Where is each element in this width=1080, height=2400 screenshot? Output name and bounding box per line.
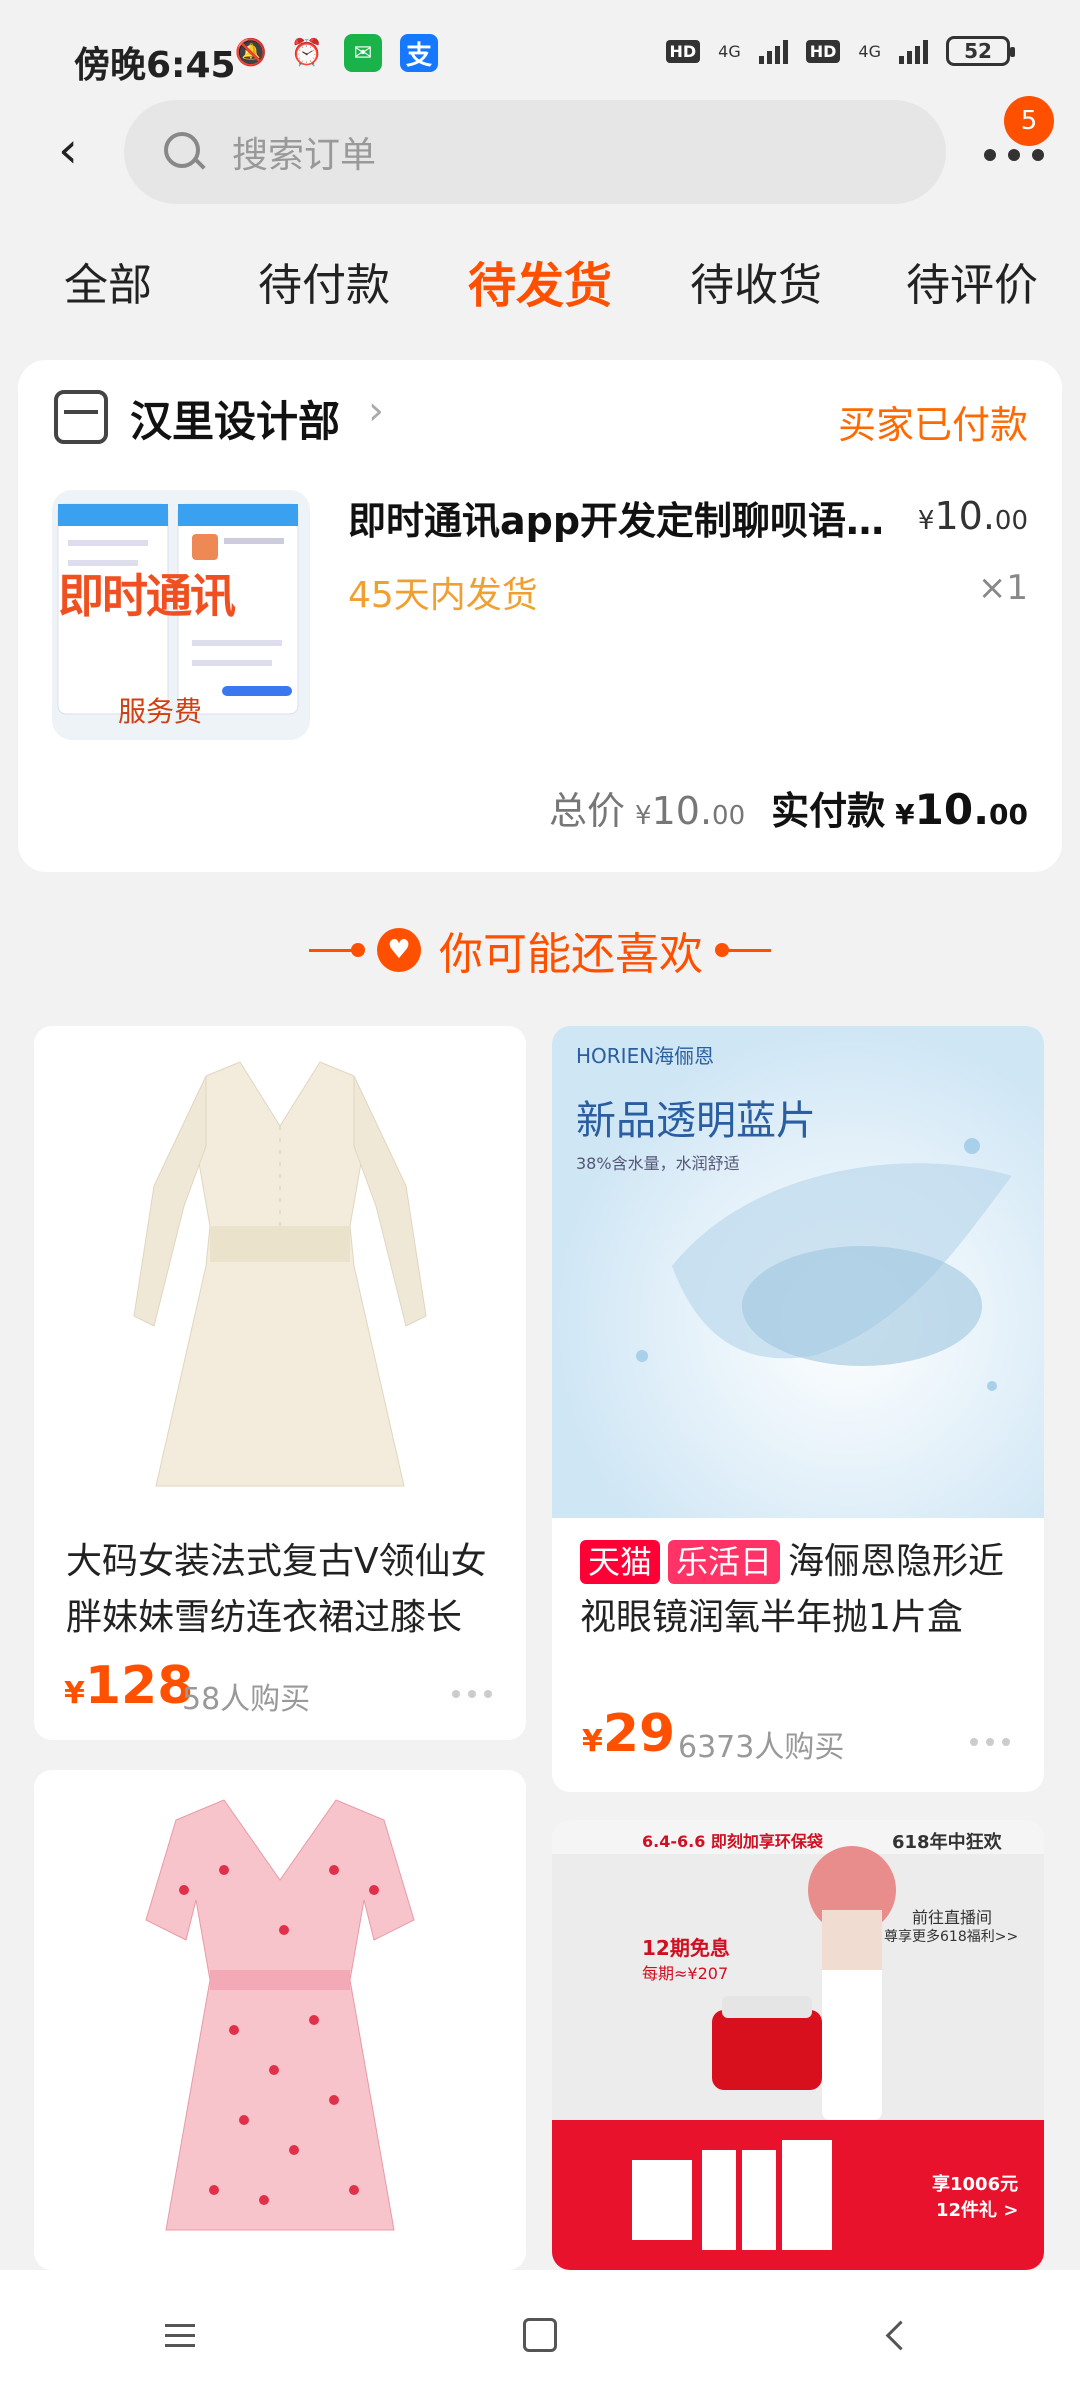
network-label: 4G xyxy=(718,41,741,61)
menu-icon xyxy=(165,2323,195,2347)
order-tabs: 全部 待付款 待发货 待收货 待评价 xyxy=(0,236,1080,336)
divider xyxy=(309,942,365,957)
recent-apps-button[interactable] xyxy=(140,2295,220,2375)
image-promo: 12期免息 xyxy=(642,1936,730,1960)
alarm-icon: ⏰ xyxy=(290,38,324,68)
wechat-icon: ✉ xyxy=(344,34,382,72)
tab-pending-review[interactable]: 待评价 xyxy=(864,236,1080,336)
battery-icon: 52 xyxy=(946,36,1015,66)
hd-badge: HD xyxy=(665,39,701,63)
status-time: 傍晚6:45 xyxy=(74,45,236,86)
more-options-icon[interactable] xyxy=(452,1690,492,1698)
status-icons-right: HD 4G HD 4G 52 xyxy=(665,36,1015,66)
bell-off-icon: 🔕 xyxy=(234,38,268,68)
search-icon xyxy=(164,132,204,172)
order-status: 买家已付款 xyxy=(837,403,1028,447)
top-bar: ‹ 搜索订单 5 xyxy=(0,96,1080,210)
image-cta-sub: 尊享更多618福利>> xyxy=(884,1929,1019,1945)
recommend-card[interactable] xyxy=(34,1770,526,2270)
search-box[interactable]: 搜索订单 xyxy=(124,100,946,204)
system-back-button[interactable] xyxy=(860,2295,940,2375)
product-image-subcaption: 服务费 xyxy=(118,695,203,728)
product-price: ¥10.00 xyxy=(917,494,1028,538)
image-bottom-sub: 12件礼 > xyxy=(936,2200,1019,2221)
status-icons-left: 🔕 ⏰ ✉ 支 xyxy=(232,34,438,72)
image-brand: HORIEN海俪恩 xyxy=(576,1044,715,1068)
message-badge: 5 xyxy=(1004,96,1054,146)
signal-icon xyxy=(758,38,788,64)
image-promo-sub: 每期≈¥207 xyxy=(642,1964,729,1983)
product-title[interactable]: 天猫 乐活日 海俪恩隐形近 视眼镜润氧半年抛1片盒 xyxy=(580,1534,1004,1646)
product-price: ¥29 xyxy=(582,1704,676,1764)
hd-badge: HD xyxy=(805,39,841,63)
tab-all[interactable]: 全部 xyxy=(0,236,216,336)
shop-icon xyxy=(54,390,108,444)
system-nav-bar xyxy=(0,2270,1080,2400)
recommend-header: ♥ 你可能还喜欢 xyxy=(0,910,1080,990)
image-cta: 前往直播间 xyxy=(912,1908,993,1927)
shipping-note: 45天内发货 xyxy=(348,575,538,616)
total-label: 总价 xyxy=(549,789,626,833)
status-bar: 傍晚6:45 🔕 ⏰ ✉ 支 HD 4G HD 4G 52 xyxy=(0,0,1080,110)
recommend-card[interactable]: 大码女装法式复古V领仙女 胖妹妹雪纺连衣裙过膝长 ¥128 58人购买 xyxy=(34,1026,526,1740)
product-image-caption: 即时通讯 xyxy=(58,569,236,623)
more-options-icon[interactable] xyxy=(970,1738,1010,1746)
tab-pending-payment[interactable]: 待付款 xyxy=(216,236,432,336)
order-card[interactable]: 汉里设计部 › 买家已付款 即时通讯 服务费 即时通讯app开发定制聊呗语音系统… xyxy=(18,360,1062,872)
tmall-tag: 天猫 xyxy=(580,1540,661,1584)
recommend-card[interactable]: 6.4-6.6 即刻加享环保袋 618年中狂欢 12期免息 每期≈¥207 前往… xyxy=(552,1820,1044,2270)
product-image xyxy=(34,1026,526,1518)
product-image[interactable]: 即时通讯 服务费 xyxy=(52,490,310,740)
shop-name[interactable]: 汉里设计部 xyxy=(130,388,340,449)
chevron-right-icon: › xyxy=(368,388,384,434)
tab-pending-receipt[interactable]: 待收货 xyxy=(648,236,864,336)
back-button[interactable]: ‹ xyxy=(40,121,96,179)
sold-count: 58人购买 xyxy=(182,1682,311,1717)
heart-icon: ♥ xyxy=(377,928,421,972)
product-quantity: ×1 xyxy=(977,568,1028,608)
signal-icon xyxy=(899,38,928,64)
image-bottom: 享1006元 xyxy=(932,2174,1019,2195)
paid-label: 实付款 xyxy=(771,789,886,833)
divider xyxy=(715,942,771,957)
image-subline: 38%含水量，水润舒适 xyxy=(576,1154,740,1173)
recommend-title: 你可能还喜欢 xyxy=(439,929,703,980)
recommend-card[interactable]: HORIEN海俪恩 新品透明蓝片 38%含水量，水润舒适 天猫 乐活日 海俪恩隐形近… xyxy=(552,1026,1044,1792)
alipay-icon: 支 xyxy=(400,34,438,72)
home-button[interactable] xyxy=(500,2295,580,2375)
promo-tag: 乐活日 xyxy=(668,1540,781,1584)
back-icon xyxy=(885,2320,915,2350)
network-label: 4G xyxy=(858,41,881,61)
home-icon xyxy=(523,2318,557,2352)
product-title[interactable]: 大码女装法式复古V领仙女 胖妹妹雪纺连衣裙过膝长 xyxy=(66,1534,487,1646)
product-title[interactable]: 即时通讯app开发定制聊呗语音系统 xyxy=(348,490,908,545)
image-headline: 新品透明蓝片 xyxy=(576,1098,816,1144)
sold-count: 6373人购买 xyxy=(678,1730,845,1765)
product-image xyxy=(34,1770,526,2270)
product-price: ¥128 xyxy=(64,1656,194,1716)
search-input[interactable]: 搜索订单 xyxy=(232,126,376,178)
image-banner-right: 618年中狂欢 xyxy=(892,1832,1002,1853)
image-banner-left: 6.4-6.6 即刻加享环保袋 xyxy=(642,1832,823,1851)
order-total: 总价 ¥10.00 实付款 ¥10.00 xyxy=(549,780,1028,835)
tab-pending-shipment[interactable]: 待发货 xyxy=(432,236,648,336)
